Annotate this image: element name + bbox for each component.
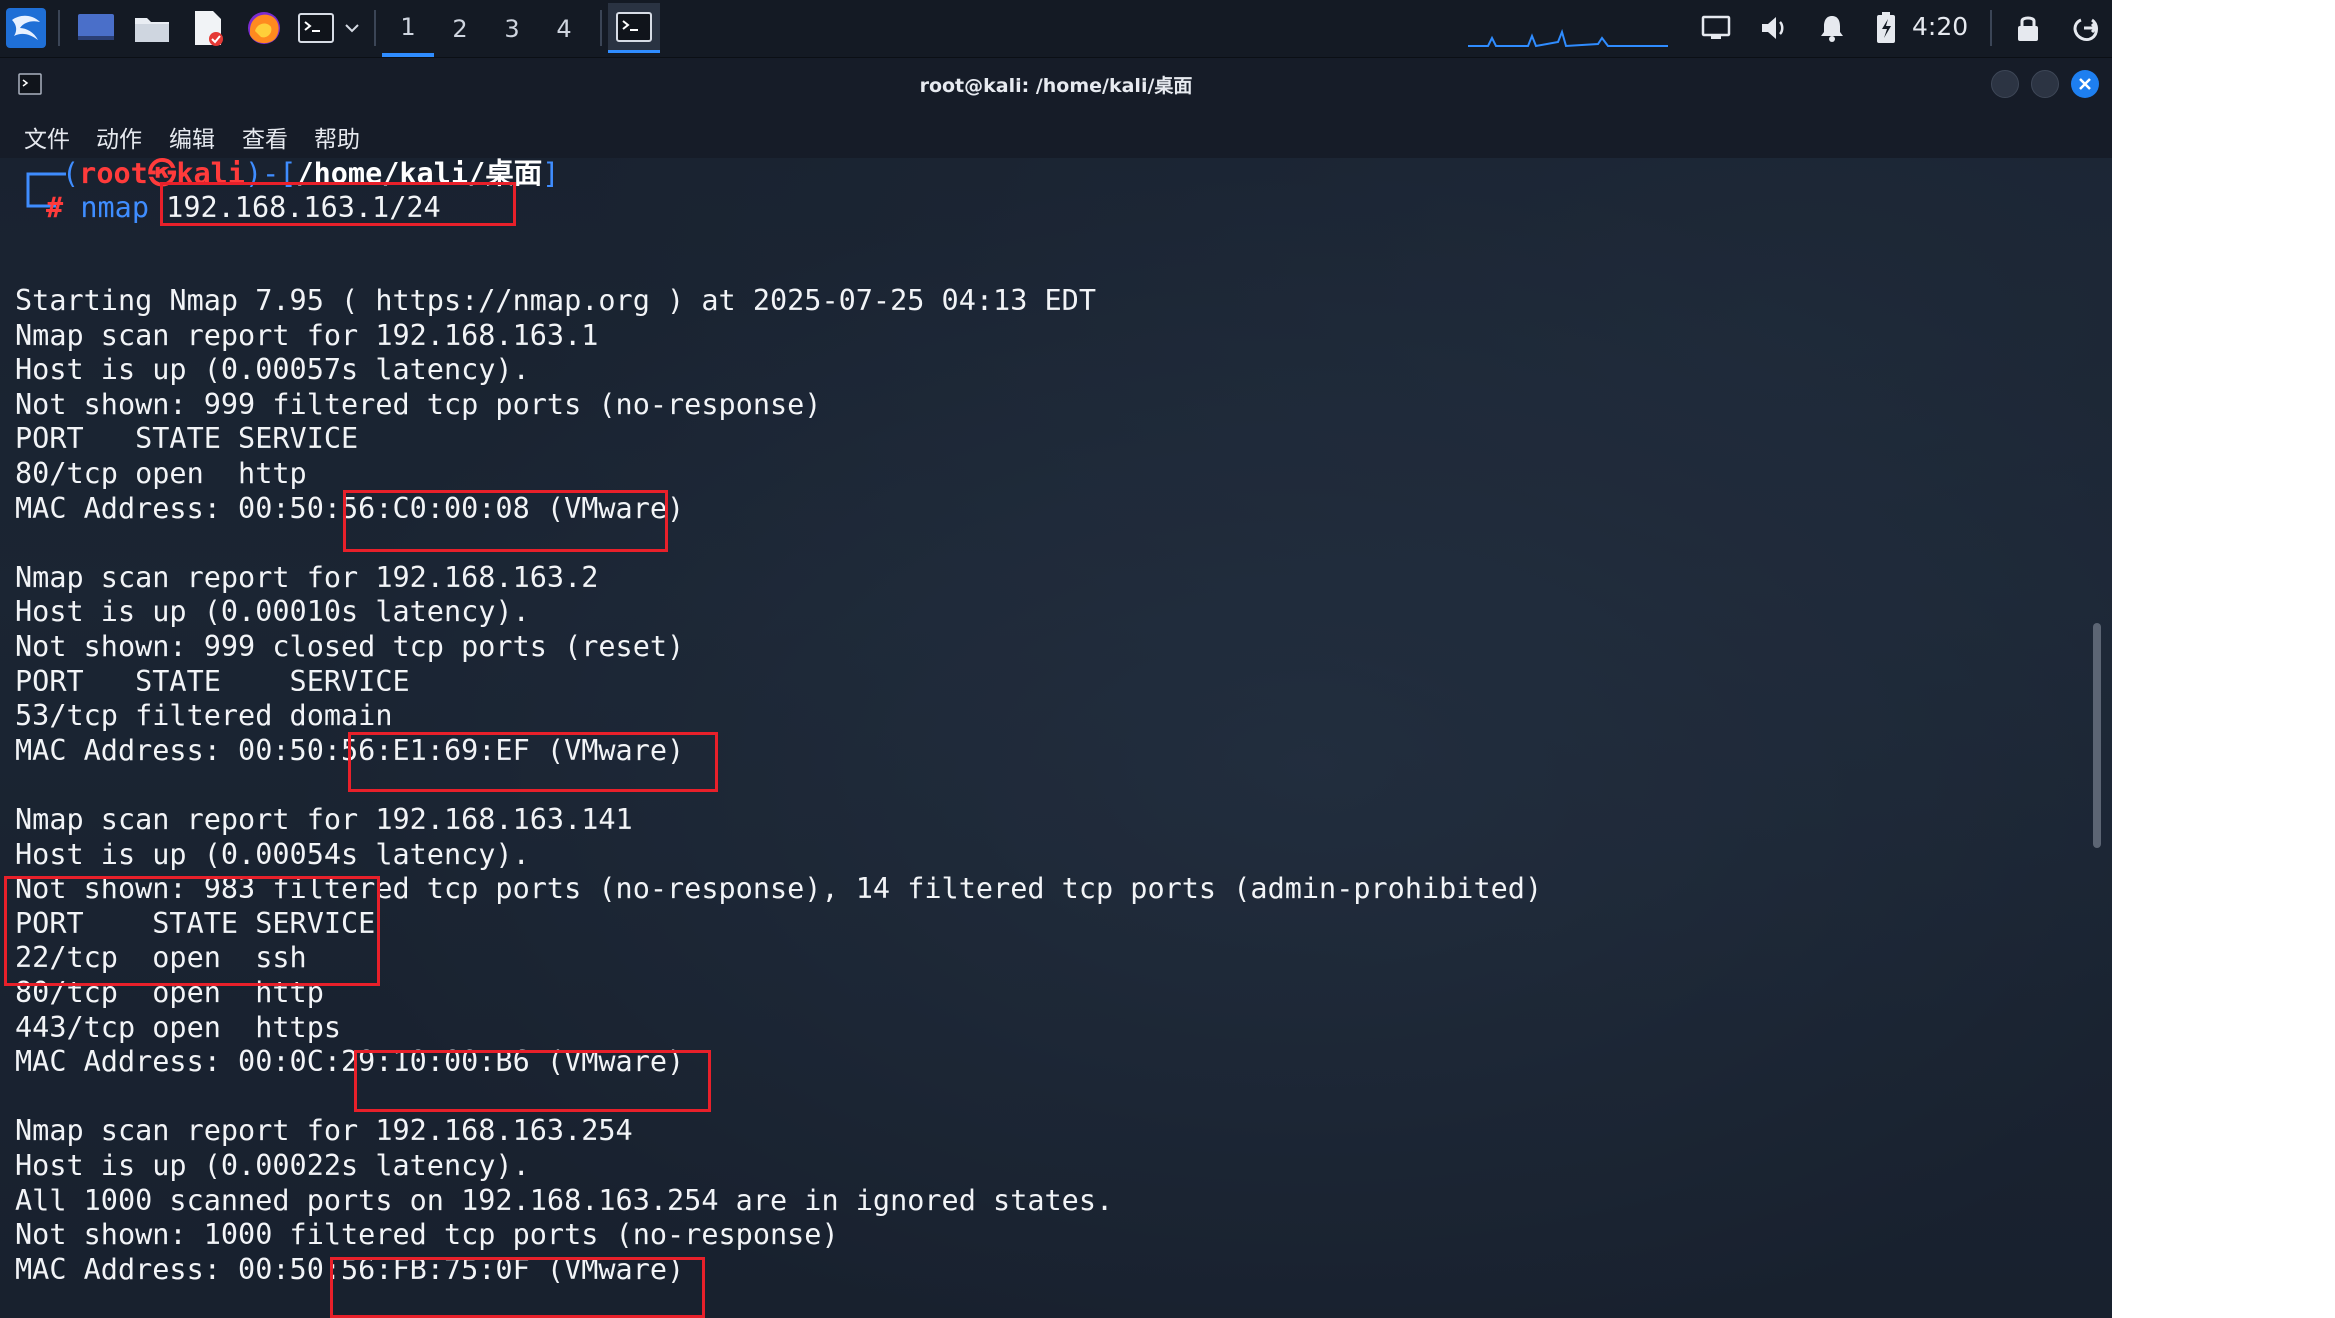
battery-charging-icon <box>1877 12 1895 43</box>
desktop-icon <box>78 14 114 40</box>
close-icon <box>2079 78 2091 90</box>
taskbar: 1 2 3 4 4:20 <box>0 0 2112 58</box>
terminal-launcher-button[interactable] <box>296 6 336 50</box>
minimize-button[interactable] <box>1991 70 2019 98</box>
terminal-line: Nmap scan report for 192.168.163.254 <box>15 1114 633 1148</box>
cpu-activity-graph-icon <box>1468 28 1668 48</box>
close-button[interactable] <box>2071 70 2099 98</box>
notifications-button[interactable] <box>1812 6 1852 50</box>
workspace-3[interactable]: 3 <box>486 0 538 57</box>
desktop: 1 2 3 4 4:20 root@kali: /home/kali/桌面 文件… <box>0 0 2112 1318</box>
battery-button[interactable] <box>1868 6 1904 50</box>
terminal-line: 53/tcp filtered domain <box>15 699 393 733</box>
terminal-scrollbar[interactable] <box>2093 623 2101 848</box>
terminal-line: 80/tcp open http <box>15 457 307 490</box>
chevron-down-icon <box>345 24 359 33</box>
taskbar-separator <box>600 10 602 46</box>
folder-icon <box>135 18 169 42</box>
terminal-line: 443/tcp open https <box>15 1010 342 1044</box>
firefox-button[interactable] <box>242 6 286 50</box>
taskbar-window-terminal[interactable] <box>608 3 660 53</box>
lock-icon <box>2018 16 2038 41</box>
menu-help[interactable]: 帮助 <box>314 120 360 154</box>
workspace-2[interactable]: 2 <box>434 0 486 57</box>
kali-dragon-icon <box>6 8 46 48</box>
cpu-graph <box>1468 6 1668 50</box>
taskbar-separator <box>58 10 60 46</box>
menu-edit[interactable]: 编辑 <box>169 120 215 154</box>
maximize-button[interactable] <box>2031 70 2059 98</box>
workspace-1[interactable]: 1 <box>382 0 434 57</box>
monitor-icon <box>1701 15 1731 39</box>
taskbar-separator <box>374 10 376 46</box>
terminal-line: Nmap scan report for 192.168.163.2 <box>15 560 599 594</box>
terminal-line: Host is up (0.00057s latency). <box>15 353 530 387</box>
prompt-symbol: # <box>46 191 64 224</box>
window-titlebar[interactable]: root@kali: /home/kali/桌面 <box>0 58 2112 110</box>
terminal-line: Not shown: 999 filtered tcp ports (no-re… <box>15 387 822 421</box>
terminal-icon <box>616 11 652 42</box>
terminal-line: Host is up (0.00054s latency). <box>15 837 530 871</box>
lock-screen-button[interactable] <box>2008 6 2048 50</box>
terminal-line: Nmap scan report for 192.168.163.141 <box>15 803 633 836</box>
file-manager-button[interactable] <box>130 6 174 50</box>
highlight-box-host-2 <box>343 490 668 552</box>
bell-icon <box>1821 16 1843 42</box>
menubar: 文件 动作 编辑 查看 帮助 <box>0 110 2112 158</box>
firefox-icon <box>248 12 280 44</box>
workspace-4[interactable]: 4 <box>538 0 590 57</box>
power-icon <box>2073 18 2099 42</box>
terminal-line: Host is up (0.00022s latency). <box>15 1149 530 1182</box>
terminal-icon <box>298 13 334 43</box>
terminal-line: All 1000 scanned ports on 192.168.163.25… <box>15 1183 1114 1217</box>
menu-action[interactable]: 动作 <box>96 120 142 154</box>
highlight-box-host-254 <box>354 1050 711 1112</box>
terminal-line: Starting Nmap 7.95 ( https://nmap.org ) … <box>15 284 1096 317</box>
kali-menu-button[interactable] <box>4 6 48 50</box>
command-name: nmap <box>80 191 149 224</box>
volume-button[interactable] <box>1754 6 1794 50</box>
terminal-line: PORT STATE SERVICE <box>15 422 359 456</box>
terminal-line: Not shown: 999 closed tcp ports (reset) <box>15 630 685 663</box>
display-button[interactable] <box>1696 6 1736 50</box>
text-editor-icon <box>195 11 223 46</box>
terminal-line: PORT STATE SERVICE <box>15 664 410 698</box>
show-desktop-button[interactable] <box>74 6 118 50</box>
clock[interactable]: 4:20 <box>1912 12 1968 41</box>
highlight-box-host-131 <box>330 1257 705 1318</box>
highlight-box-open-ports <box>4 876 380 986</box>
terminal-dropdown-button[interactable] <box>340 6 364 50</box>
highlight-box-host-141 <box>348 732 718 792</box>
menu-view[interactable]: 查看 <box>242 120 288 154</box>
menu-file[interactable]: 文件 <box>24 120 70 154</box>
speaker-icon <box>1762 17 1784 39</box>
terminal-line: Not shown: 1000 filtered tcp ports (no-r… <box>15 1218 839 1252</box>
terminal-line: Host is up (0.00010s latency). <box>15 595 530 629</box>
terminal-line: Nmap scan report for 192.168.163.1 <box>15 318 599 352</box>
logout-button[interactable] <box>2066 6 2106 50</box>
text-editor-button[interactable] <box>188 6 228 50</box>
window-title: root@kali: /home/kali/桌面 <box>919 75 1193 97</box>
taskbar-separator <box>1990 10 1992 46</box>
prompt-user: root <box>79 157 148 190</box>
terminal-output[interactable]: (root㉿kali)-[/home/kali/桌面] # nmap 192.1… <box>0 157 2112 1318</box>
highlight-box-scan-target <box>160 182 516 226</box>
terminal-window: root@kali: /home/kali/桌面 文件 动作 编辑 查看 帮助 … <box>0 58 2112 1318</box>
